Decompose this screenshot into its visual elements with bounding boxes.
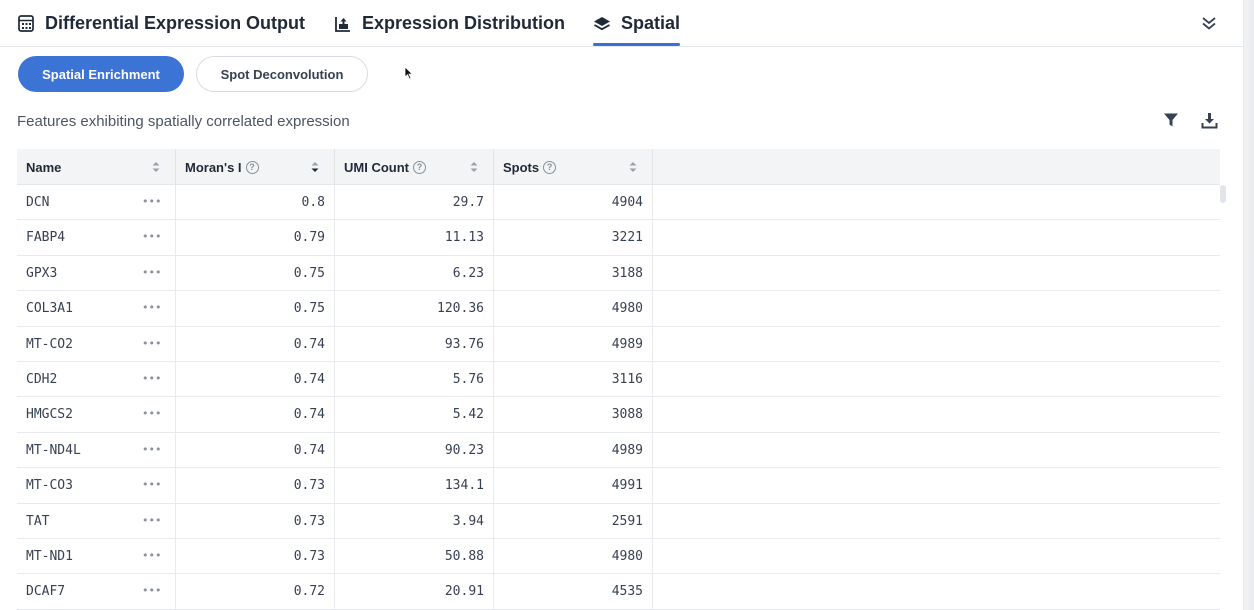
table-body: DCN 0.8 29.7 4904 ••• FABP4 0.79 11.13 3221 ••• GP… (17, 185, 1220, 610)
morans-i-cell: 0.75 (176, 291, 335, 327)
spots-cell: 4980 (494, 291, 653, 327)
tab-label: Expression Distribution (362, 13, 566, 33)
spots-cell: 4989 (494, 432, 653, 468)
table-row[interactable]: DCN 0.8 29.7 4904 ••• (17, 185, 1220, 221)
more-options-icon[interactable]: ••• (142, 550, 161, 561)
chevron-double-down-icon[interactable] (1198, 12, 1220, 34)
download-icon[interactable] (1199, 110, 1219, 130)
mouse-pointer-icon (404, 66, 414, 85)
spots-cell: 3116 (494, 361, 653, 397)
subtab-spot-deconvolution[interactable]: Spot Deconvolution (196, 56, 368, 92)
morans-i-cell: 0.73 (176, 503, 335, 539)
umi-count-cell: 93.76 (335, 326, 494, 362)
umi-count-cell: 11.13 (335, 220, 494, 256)
more-options-icon[interactable]: ••• (142, 444, 161, 455)
umi-count-cell: 5.42 (335, 397, 494, 433)
table-row[interactable]: DCAF7 0.72 20.91 4535 ••• (17, 574, 1220, 610)
umi-count-cell: 134.1 (335, 468, 494, 504)
morans-i-cell: 0.73 (176, 538, 335, 574)
column-header-spots[interactable]: Spots ? (494, 149, 653, 185)
morans-i-cell: 0.79 (176, 220, 335, 256)
column-header-spacer (653, 149, 1220, 185)
tab-bar: Differential Expression Output Expressio… (0, 0, 1244, 47)
spots-cell: 3221 (494, 220, 653, 256)
umi-count-cell: 29.7 (335, 185, 494, 220)
more-options-icon[interactable]: ••• (142, 515, 161, 526)
umi-count-cell: 5.76 (335, 361, 494, 397)
help-icon[interactable]: ? (245, 160, 259, 174)
table-scrollbar[interactable] (1220, 185, 1226, 203)
spots-cell: 3088 (494, 397, 653, 433)
filter-icon[interactable] (1161, 110, 1181, 130)
morans-i-cell: 0.74 (176, 326, 335, 362)
column-label: Moran's I (185, 159, 242, 175)
sort-desc-icon[interactable] (310, 160, 320, 174)
spots-cell: 4980 (494, 538, 653, 574)
more-options-icon[interactable]: ••• (142, 585, 161, 596)
spatial-features-table: Name Moran's I ? UMI Count ? Spots ? DCN… (17, 149, 1220, 610)
table-row[interactable]: FABP4 0.79 11.13 3221 ••• (17, 220, 1220, 256)
sort-icon[interactable] (151, 160, 161, 174)
more-options-icon[interactable]: ••• (142, 373, 161, 384)
table-row[interactable]: MT-CO2 0.74 93.76 4989 ••• (17, 326, 1220, 362)
more-options-icon[interactable]: ••• (142, 196, 161, 207)
more-options-icon[interactable]: ••• (142, 231, 161, 242)
column-header-name[interactable]: Name (17, 149, 176, 185)
column-label: Spots (503, 159, 540, 175)
tab-spatial[interactable]: Spatial (593, 0, 681, 47)
more-options-icon[interactable]: ••• (142, 267, 161, 278)
spots-cell: 2591 (494, 503, 653, 539)
morans-i-cell: 0.73 (176, 468, 335, 504)
column-label: UMI Count (344, 159, 409, 175)
more-options-icon[interactable]: ••• (142, 302, 161, 313)
table-row[interactable]: HMGCS2 0.74 5.42 3088 ••• (17, 397, 1220, 433)
sort-icon[interactable] (628, 160, 638, 174)
umi-count-cell: 6.23 (335, 255, 494, 291)
umi-count-cell: 50.88 (335, 538, 494, 574)
more-options-icon[interactable]: ••• (142, 479, 161, 490)
table-row[interactable]: MT-ND1 0.73 50.88 4980 ••• (17, 538, 1220, 575)
more-options-icon[interactable]: ••• (142, 338, 161, 349)
table-row[interactable]: GPX3 0.75 6.23 3188 ••• (17, 255, 1220, 292)
more-options-icon[interactable]: ••• (142, 408, 161, 419)
spots-cell: 4991 (494, 468, 653, 504)
morans-i-cell: 0.75 (176, 255, 335, 291)
tab-expression-distribution[interactable]: Expression Distribution (334, 0, 565, 47)
spots-cell: 4989 (494, 326, 653, 362)
help-icon[interactable]: ? (543, 160, 557, 174)
tab-label: Differential Expression Output (45, 13, 306, 33)
column-header-umi-count[interactable]: UMI Count ? (335, 149, 494, 185)
umi-count-cell: 120.36 (335, 291, 494, 327)
morans-i-cell: 0.74 (176, 361, 335, 397)
spots-cell: 4904 (494, 185, 653, 220)
spots-cell: 3188 (494, 255, 653, 291)
window-edge (1244, 0, 1254, 610)
table-header: Name Moran's I ? UMI Count ? Spots ? (17, 149, 1220, 185)
chart-upload-icon (334, 15, 352, 33)
spots-cell: 4535 (494, 574, 653, 610)
morans-i-cell: 0.74 (176, 432, 335, 468)
umi-count-cell: 20.91 (335, 574, 494, 610)
table-row[interactable]: MT-ND4L 0.74 90.23 4989 ••• (17, 432, 1220, 469)
table-row[interactable]: TAT 0.73 3.94 2591 ••• (17, 503, 1220, 539)
table-row[interactable]: COL3A1 0.75 120.36 4980 ••• (17, 291, 1220, 327)
morans-i-cell: 0.74 (176, 397, 335, 433)
umi-count-cell: 3.94 (335, 503, 494, 539)
table-description: Features exhibiting spatially correlated… (17, 113, 350, 130)
tab-label: Spatial (621, 13, 681, 33)
calculator-icon (17, 15, 35, 33)
help-icon[interactable]: ? (412, 160, 426, 174)
subtab-spatial-enrichment[interactable]: Spatial Enrichment (18, 56, 184, 92)
morans-i-cell: 0.72 (176, 574, 335, 610)
tab-differential-expression-output[interactable]: Differential Expression Output (17, 0, 305, 47)
morans-i-cell: 0.8 (176, 185, 335, 220)
column-label: Name (26, 159, 62, 175)
layers-icon (593, 15, 611, 33)
column-header-morans-i[interactable]: Moran's I ? (176, 149, 335, 185)
umi-count-cell: 90.23 (335, 432, 494, 468)
table-row[interactable]: MT-CO3 0.73 134.1 4991 ••• (17, 468, 1220, 504)
table-row[interactable]: CDH2 0.74 5.76 3116 ••• (17, 361, 1220, 398)
spatial-panel: Differential Expression Output Expressio… (0, 0, 1244, 610)
sort-icon[interactable] (469, 160, 479, 174)
